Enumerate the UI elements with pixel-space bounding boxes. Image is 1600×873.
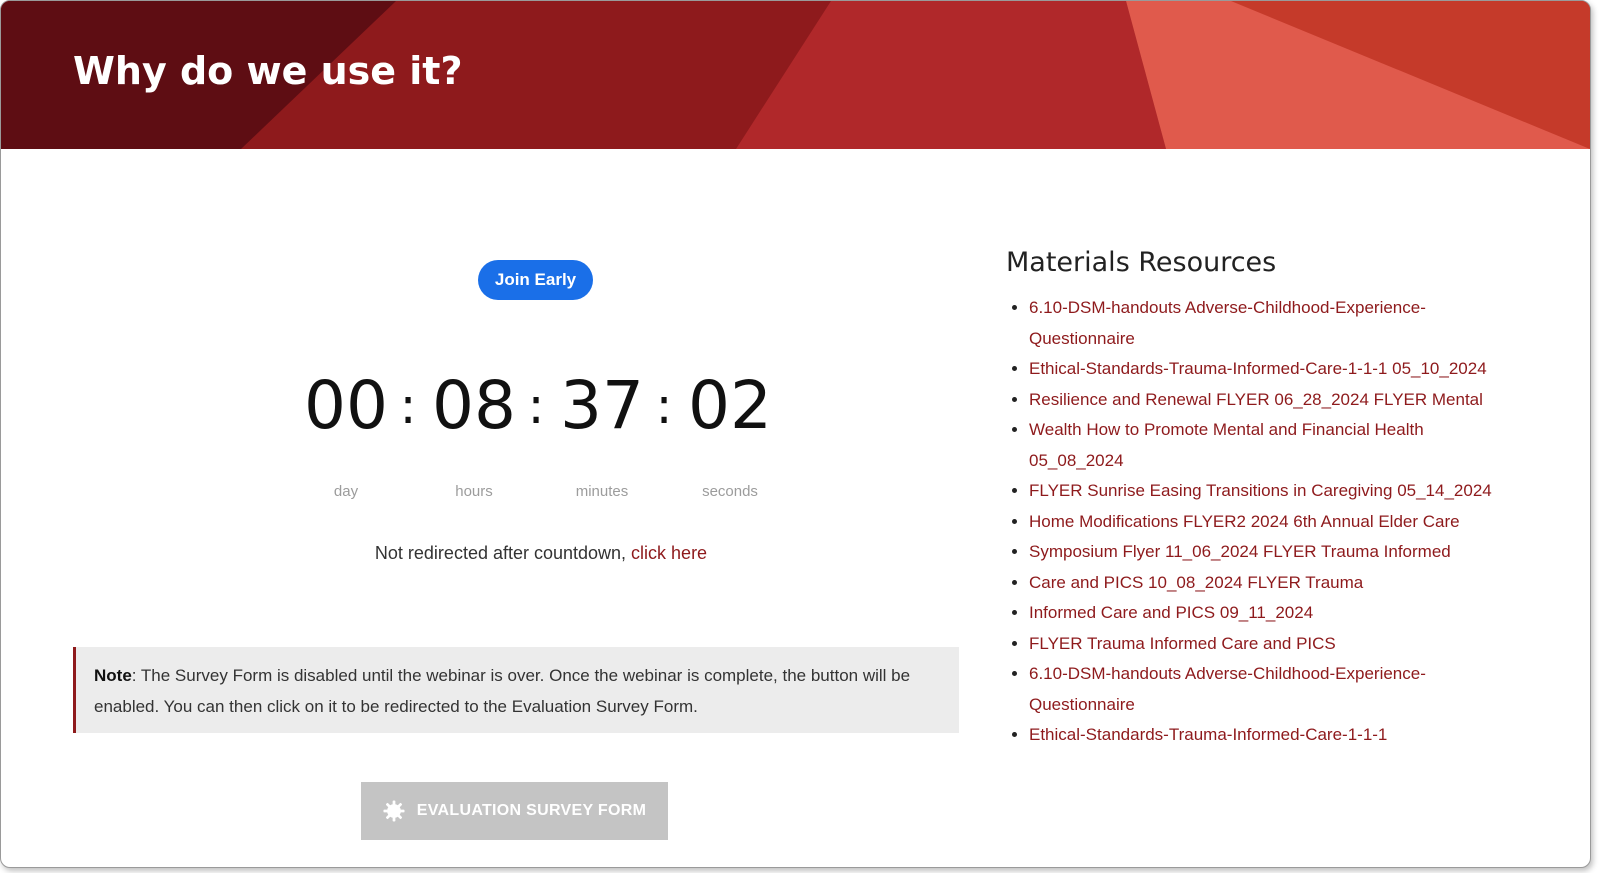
resource-list-item: Care and PICS 10_08_2024 FLYER Trauma bbox=[1029, 568, 1509, 599]
redirect-message: Not redirected after countdown, click he… bbox=[301, 543, 781, 564]
resource-list-item: Symposium Flyer 11_06_2024 FLYER Trauma … bbox=[1029, 537, 1509, 568]
countdown-day-value: 00 bbox=[304, 367, 388, 444]
countdown-hours-label: hours bbox=[455, 483, 493, 500]
resource-link[interactable]: Symposium Flyer 11_06_2024 FLYER Trauma … bbox=[1029, 542, 1451, 561]
resource-link[interactable]: FLYER Sunrise Easing Transitions in Care… bbox=[1029, 481, 1492, 500]
resource-list-item: FLYER Trauma Informed Care and PICS bbox=[1029, 629, 1509, 660]
join-early-button[interactable]: Join Early bbox=[478, 260, 593, 300]
countdown-timer: 00 : 08 : 37 : 02 bbox=[301, 366, 781, 446]
resource-list-item: 6.10-DSM-handouts Adverse-Childhood-Expe… bbox=[1029, 659, 1509, 720]
countdown-minutes-label: minutes bbox=[575, 483, 629, 500]
gear-icon bbox=[383, 800, 405, 822]
resource-link[interactable]: 6.10-DSM-handouts Adverse-Childhood-Expe… bbox=[1029, 664, 1426, 714]
page-banner: Why do we use it? bbox=[1, 1, 1590, 149]
note-label: Note bbox=[94, 666, 132, 685]
resource-list-item: Wealth How to Promote Mental and Financi… bbox=[1029, 415, 1509, 476]
evaluation-survey-label: EVALUATION SURVEY FORM bbox=[416, 802, 647, 819]
redirect-text: Not redirected after countdown, bbox=[374, 543, 632, 563]
countdown-day-label: day bbox=[333, 483, 359, 500]
resource-link[interactable]: Home Modifications FLYER2 2024 6th Annua… bbox=[1029, 512, 1460, 531]
materials-resources-list: 6.10-DSM-handouts Adverse-Childhood-Expe… bbox=[1006, 293, 1509, 751]
countdown-separator: : bbox=[527, 377, 545, 435]
resource-link[interactable]: Resilience and Renewal FLYER 06_28_2024 … bbox=[1029, 390, 1483, 409]
resource-link[interactable]: Informed Care and PICS 09_11_2024 bbox=[1029, 603, 1313, 622]
resource-list-item: Ethical-Standards-Trauma-Informed-Care-1… bbox=[1029, 354, 1509, 385]
countdown-minutes-value: 37 bbox=[560, 367, 644, 444]
resource-list-item: FLYER Sunrise Easing Transitions in Care… bbox=[1029, 476, 1509, 507]
resource-list-item: Informed Care and PICS 09_11_2024 bbox=[1029, 598, 1509, 629]
resource-link[interactable]: FLYER Trauma Informed Care and PICS bbox=[1029, 634, 1336, 653]
note-text: : The Survey Form is disabled until the … bbox=[94, 666, 911, 716]
countdown-hours-value: 08 bbox=[432, 367, 516, 444]
resource-link[interactable]: Wealth How to Promote Mental and Financi… bbox=[1029, 420, 1424, 470]
survey-note: Note: The Survey Form is disabled until … bbox=[73, 647, 959, 733]
resource-list-item: 6.10-DSM-handouts Adverse-Childhood-Expe… bbox=[1029, 293, 1509, 354]
resource-link[interactable]: 6.10-DSM-handouts Adverse-Childhood-Expe… bbox=[1029, 298, 1426, 348]
page-window: Why do we use it? Join Early 00 : 08 : 3… bbox=[0, 0, 1591, 868]
countdown-seconds-label: seconds bbox=[702, 483, 758, 500]
page-title: Why do we use it? bbox=[73, 49, 463, 93]
evaluation-survey-button[interactable]: EVALUATION SURVEY FORM bbox=[361, 782, 668, 840]
resource-list-item: Ethical-Standards-Trauma-Informed-Care-1… bbox=[1029, 720, 1509, 751]
resource-list-item: Resilience and Renewal FLYER 06_28_2024 … bbox=[1029, 385, 1509, 416]
materials-resources-heading: Materials Resources bbox=[1006, 247, 1277, 278]
resource-link[interactable]: Ethical-Standards-Trauma-Informed-Care-1… bbox=[1029, 359, 1487, 378]
countdown-separator: : bbox=[655, 377, 673, 435]
countdown-seconds-value: 02 bbox=[688, 367, 772, 444]
resource-link[interactable]: Care and PICS 10_08_2024 FLYER Trauma bbox=[1029, 573, 1363, 592]
click-here-link[interactable]: click here bbox=[631, 543, 707, 563]
countdown-separator: : bbox=[399, 377, 417, 435]
resource-list-item: Home Modifications FLYER2 2024 6th Annua… bbox=[1029, 507, 1509, 538]
resource-link[interactable]: Ethical-Standards-Trauma-Informed-Care-1… bbox=[1029, 725, 1387, 744]
